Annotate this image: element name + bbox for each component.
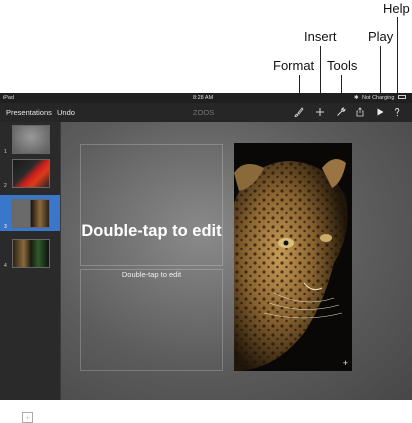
- slide-navigator: 1 2 3 4 +: [0, 122, 60, 423]
- play-icon: [377, 108, 384, 116]
- add-slide-button[interactable]: +: [22, 412, 33, 423]
- device-label: iPad: [3, 95, 15, 101]
- slide-body-text[interactable]: Double-tap to edit: [61, 270, 242, 279]
- slide-preview: [12, 239, 50, 268]
- tools-callout: Tools: [327, 58, 358, 73]
- slide-number: 1: [4, 149, 7, 155]
- slide-number: 2: [4, 183, 7, 189]
- insert-button[interactable]: [314, 106, 326, 118]
- slide-preview: [12, 199, 50, 228]
- play-callout: Play: [368, 29, 394, 44]
- slide-thumbnail-1[interactable]: 1: [0, 122, 60, 156]
- undo-button[interactable]: Undo: [57, 108, 75, 117]
- slide-thumbnail-3[interactable]: 3: [0, 195, 60, 231]
- format-callout: Format: [273, 58, 315, 73]
- leopard-image: [234, 143, 352, 371]
- paintbrush-icon: [294, 107, 304, 117]
- format-button[interactable]: [293, 106, 305, 118]
- status-bar: iPad 8:28 AM ✱ Not Charging: [0, 93, 412, 103]
- insert-callout: Insert: [304, 29, 337, 44]
- plus-icon: +: [25, 413, 30, 422]
- slide-preview: [12, 125, 50, 154]
- body-placeholder[interactable]: [80, 269, 223, 371]
- share-button[interactable]: [354, 106, 366, 118]
- document-title: ZOOS: [193, 108, 215, 117]
- status-time: 8:28 AM: [193, 95, 214, 101]
- help-callout-line: [397, 17, 398, 104]
- help-button[interactable]: [391, 106, 403, 118]
- slide-thumbnail-4[interactable]: 4: [0, 236, 60, 270]
- toolbar: Presentations Undo ZOOS: [0, 103, 412, 122]
- help-callout: Help: [383, 1, 410, 16]
- bluetooth-icon: ✱: [354, 95, 359, 101]
- battery-status: Not Charging: [362, 95, 395, 101]
- slide-thumbnail-2[interactable]: 2: [0, 156, 60, 190]
- slide-number: 4: [4, 263, 7, 269]
- slide-title-text[interactable]: Double-tap to edit: [61, 221, 242, 242]
- presentations-button[interactable]: Presentations: [6, 108, 52, 117]
- plus-icon[interactable]: +: [343, 358, 348, 368]
- plus-icon: [316, 108, 324, 116]
- tools-button[interactable]: [335, 106, 347, 118]
- share-icon: [356, 107, 364, 117]
- battery-icon: [398, 95, 406, 99]
- slide-number: 3: [4, 224, 7, 230]
- play-button[interactable]: [374, 106, 386, 118]
- wrench-icon: [337, 107, 346, 116]
- leopard-photo[interactable]: +: [234, 143, 352, 371]
- slide-preview: [12, 159, 50, 188]
- help-icon: [395, 108, 400, 117]
- title-placeholder[interactable]: [80, 144, 223, 266]
